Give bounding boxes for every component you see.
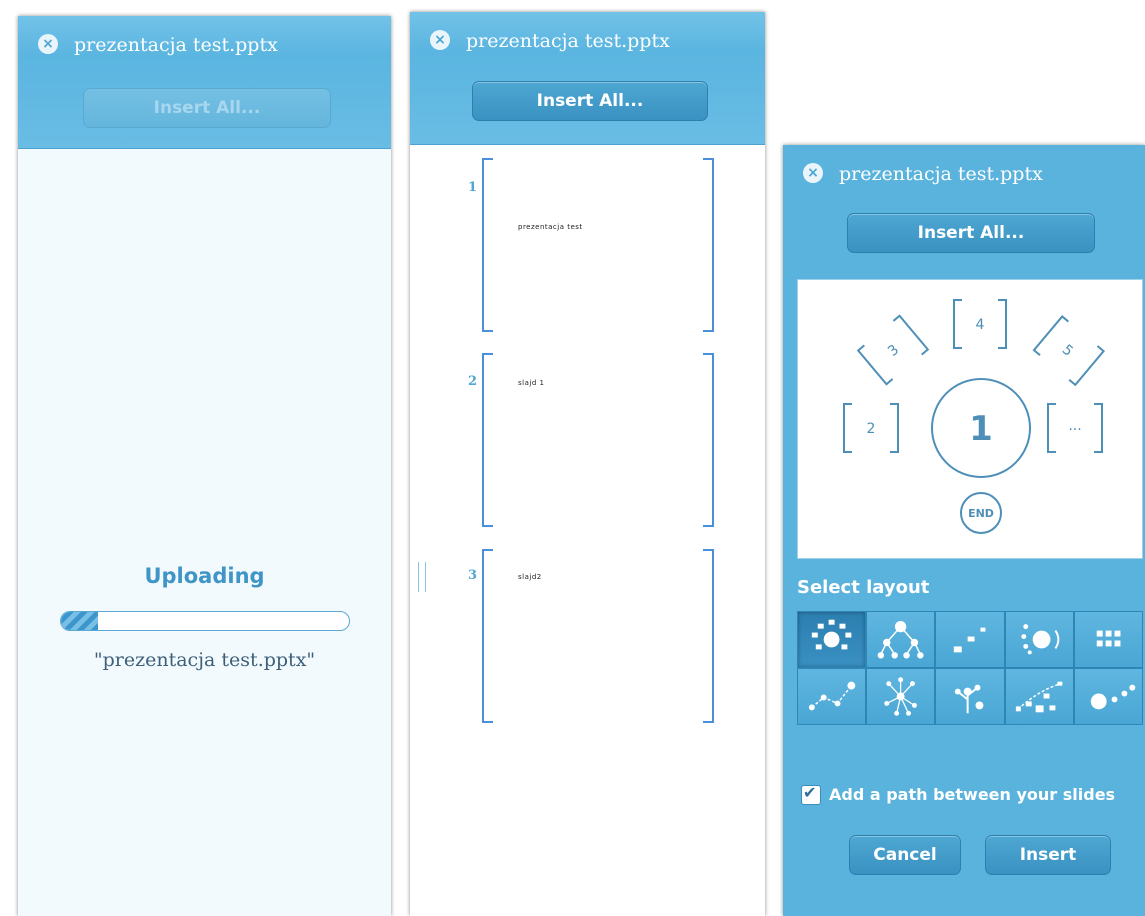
node-label: END [968, 507, 994, 520]
layout-option[interactable] [867, 612, 935, 667]
upload-panel: × prezentacja test.pptx Insert All... Up… [18, 16, 391, 916]
slide-thumbnail[interactable]: slajd 1 [482, 353, 714, 527]
slide-number: 2 [468, 374, 478, 389]
layout-panel: × prezentacja test.pptx Insert All... 1 [783, 145, 1145, 916]
steps-layout-icon [954, 627, 986, 653]
checkmark-icon: ✔ [803, 783, 817, 802]
slide-text: slajd2 [518, 573, 542, 581]
panel-header: × prezentacja test.pptx Insert All... [410, 12, 765, 145]
slide-text: prezentacja test [518, 223, 583, 231]
select-layout-label: Select layout [797, 577, 930, 598]
drag-handle-icon[interactable] [418, 562, 426, 592]
insert-all-button[interactable]: Insert All... [472, 81, 708, 121]
layout-option[interactable] [1005, 612, 1073, 667]
layout-preview: 1 2 3 4 5 ... END [797, 279, 1143, 559]
grid-layout-icon [1096, 630, 1121, 647]
tree-layout-icon [877, 620, 924, 659]
insert-all-button[interactable]: Insert All... [847, 213, 1095, 253]
node-label: 4 [976, 317, 985, 333]
node-center-label: 1 [969, 409, 993, 449]
panel-title: prezentacja test.pptx [839, 163, 1043, 185]
panel-header: × prezentacja test.pptx Insert All... [18, 16, 391, 149]
slide-list-panel: × prezentacja test.pptx Insert All... 1 … [410, 12, 765, 916]
layout-option[interactable] [798, 669, 866, 724]
layout-option[interactable] [936, 612, 1004, 667]
slide-thumbnail[interactable]: prezentacja test [482, 158, 714, 332]
line-layout-icon [1090, 684, 1136, 710]
branch-layout-icon [955, 684, 984, 714]
path-checkbox-label: Add a path between your slides [829, 785, 1116, 804]
layout-option[interactable] [1074, 669, 1142, 724]
upload-filename: "prezentacja test.pptx" [93, 649, 316, 671]
node-label: 5 [1059, 342, 1076, 360]
close-icon[interactable]: × [803, 163, 823, 183]
panel-title: prezentacja test.pptx [74, 34, 278, 56]
layout-option[interactable] [798, 612, 866, 667]
upload-progress-bar [60, 611, 350, 631]
cancel-button[interactable]: Cancel [849, 835, 961, 875]
slide-thumbnail[interactable]: slajd2 [482, 549, 714, 723]
uploading-label: Uploading [144, 564, 265, 588]
layout-option[interactable] [1005, 669, 1073, 724]
node-label: 2 [867, 421, 876, 437]
orbit-layout-icon [1020, 624, 1059, 655]
panel-header: × prezentacja test.pptx Insert All... [783, 145, 1145, 265]
arc-layout-icon [1015, 681, 1062, 713]
layout-option[interactable] [936, 669, 1004, 724]
progress-fill [61, 612, 99, 630]
close-icon[interactable]: × [38, 34, 58, 54]
layout-diagram: 1 2 3 4 5 ... END [843, 299, 1105, 534]
layout-option[interactable] [867, 669, 935, 724]
slide-number: 3 [468, 568, 478, 583]
path-checkbox[interactable]: ✔ [801, 783, 821, 805]
node-label: ... [1068, 418, 1081, 434]
layout-option[interactable] [1074, 612, 1142, 667]
node-label: 3 [885, 342, 902, 360]
panel-title: prezentacja test.pptx [466, 30, 670, 52]
path-layout-icon [808, 681, 856, 711]
star-layout-icon [884, 677, 918, 716]
insert-all-button[interactable]: Insert All... [83, 88, 331, 128]
layout-grid [797, 611, 1143, 725]
close-icon[interactable]: × [430, 30, 450, 50]
insert-button[interactable]: Insert [985, 835, 1111, 875]
slide-text: slajd 1 [518, 379, 545, 387]
circle-layout-icon [811, 619, 852, 650]
slide-number: 1 [468, 180, 478, 195]
